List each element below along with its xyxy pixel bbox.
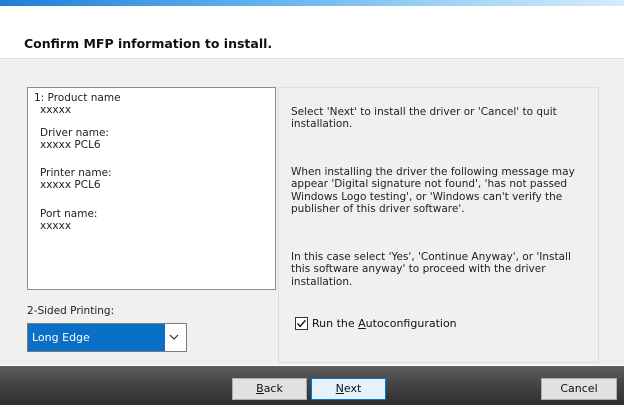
port-name-value: xxxxx <box>40 220 72 232</box>
driver-name-value: xxxxx PCL6 <box>40 139 101 151</box>
printer-name-label: Printer name: <box>40 167 112 179</box>
page-title: Confirm MFP information to install. <box>24 36 273 51</box>
cancel-button[interactable]: Cancel <box>541 378 617 400</box>
autoconfiguration-checkbox[interactable] <box>295 317 308 330</box>
proceed-instruction-message: In this case select 'Yes', 'Continue Any… <box>291 251 571 288</box>
port-name-label: Port name: <box>40 208 98 220</box>
dialog-content: 1: Product name xxxxx Driver name: xxxxx… <box>0 58 624 365</box>
next-cancel-message: Select 'Next' to install the driver or '… <box>291 106 557 131</box>
printer-name-value: xxxxx PCL6 <box>40 179 101 191</box>
driver-name-label: Driver name: <box>40 127 109 139</box>
product-name-value: xxxxx <box>40 104 72 116</box>
port-name-entry: Port name: xxxxx <box>34 208 97 232</box>
product-name-label: 1: Product name <box>34 92 121 104</box>
checkmark-icon <box>296 319 307 328</box>
mfp-info-box: 1: Product name xxxxx Driver name: xxxxx… <box>27 87 276 290</box>
product-name-entry: 1: Product name xxxxx <box>34 92 121 116</box>
dialog-footer: Back Next Cancel <box>0 366 624 405</box>
chevron-down-icon <box>169 334 179 340</box>
dialog-header: Confirm MFP information to install. <box>0 6 624 58</box>
instructions-panel: Select 'Next' to install the driver or '… <box>278 87 599 363</box>
two-sided-printing-label: 2-Sided Printing: <box>27 305 115 317</box>
printer-name-entry: Printer name: xxxxx PCL6 <box>34 167 112 191</box>
autoconfiguration-option[interactable]: Run the Autoconfiguration <box>295 317 457 330</box>
next-button[interactable]: Next <box>311 378 386 400</box>
two-sided-printing-selected-value: Long Edge <box>28 324 165 351</box>
driver-name-entry: Driver name: xxxxx PCL6 <box>34 127 109 151</box>
signature-warning-message: When installing the driver the following… <box>291 166 575 216</box>
two-sided-printing-select[interactable]: Long Edge <box>27 323 187 352</box>
back-button[interactable]: Back <box>232 378 307 400</box>
autoconfiguration-label: Run the Autoconfiguration <box>312 317 457 330</box>
